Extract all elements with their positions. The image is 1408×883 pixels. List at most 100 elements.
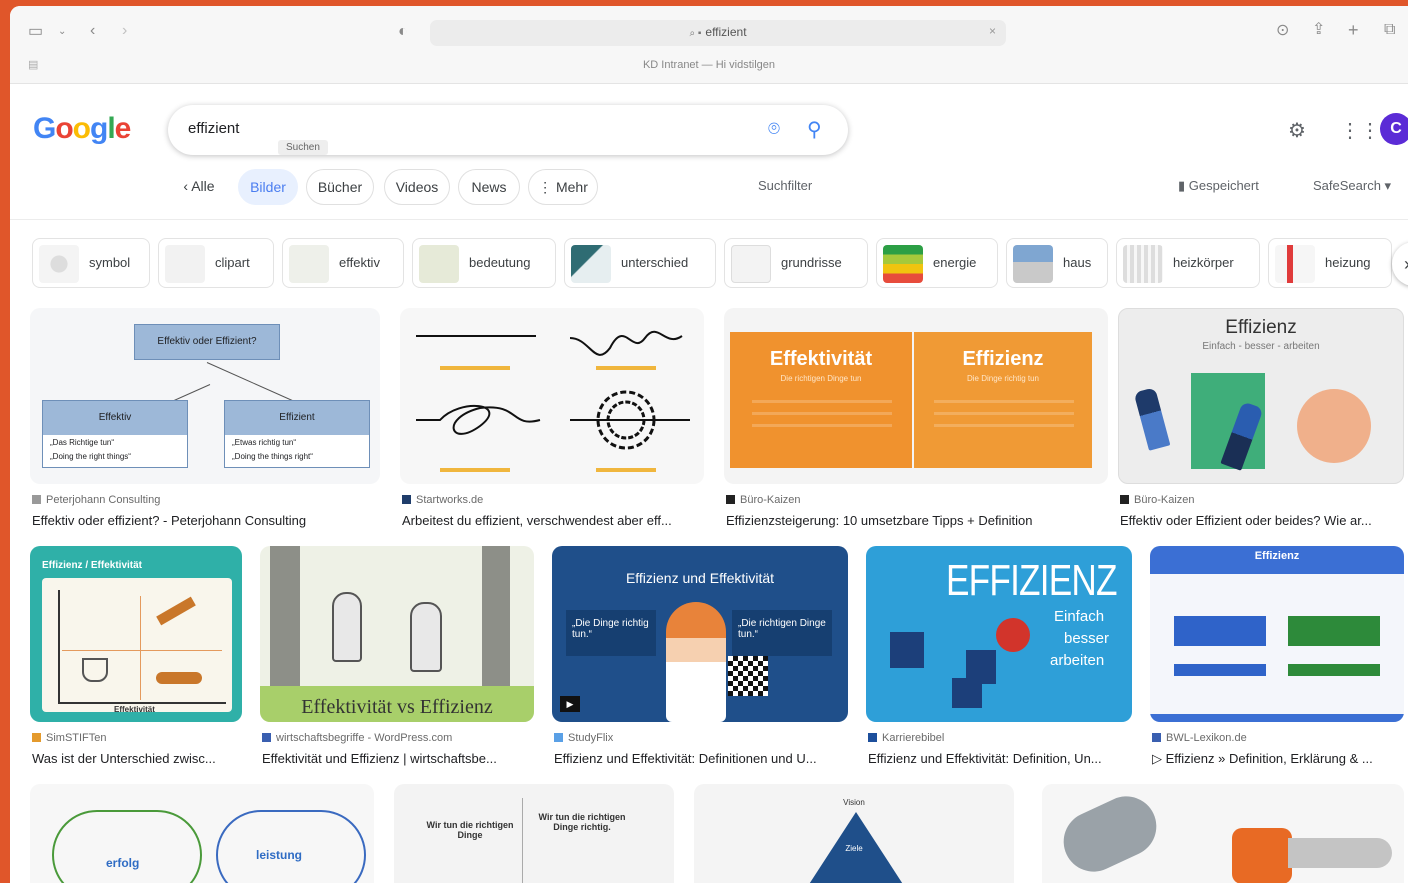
avatar[interactable]: C [1380, 113, 1408, 145]
divider [10, 219, 1408, 220]
image-sub-2: besser [1064, 630, 1110, 647]
result-title[interactable]: Effizienz und Effektivität: Definition, … [868, 751, 1130, 766]
result-image[interactable]: Effektivität Effizienz Die richtigen Din… [724, 308, 1108, 484]
chip-symbol[interactable]: symbol [32, 238, 150, 288]
search-box[interactable] [168, 105, 848, 155]
chip-label: heizkörper [1173, 255, 1234, 270]
result-card[interactable]: Effektiv oder Effizient? Effektiv „Das R… [30, 308, 380, 534]
result-source-text: Startworks.de [416, 494, 484, 506]
chip-heizung[interactable]: heizung [1268, 238, 1392, 288]
pyramid-top-label: Vision [843, 798, 865, 807]
result-source-text: Büro-Kaizen [1134, 494, 1195, 506]
privacy-shield-icon[interactable]: ◐ [398, 22, 408, 42]
chip-label: bedeutung [469, 255, 531, 270]
result-image[interactable]: Effizienz [1150, 546, 1404, 722]
result-image[interactable]: Vision Ziele [694, 784, 1014, 883]
cloud-shape [216, 810, 366, 883]
chip-clipart[interactable]: clipart [158, 238, 274, 288]
chip-haus[interactable]: haus [1006, 238, 1108, 288]
play-icon[interactable]: ▶ [560, 696, 580, 712]
lens-icon[interactable]: ⌾ [768, 118, 780, 141]
result-source: Startworks.de [402, 494, 483, 506]
gear-icon[interactable]: ⚙ [1288, 118, 1306, 143]
back-icon[interactable]: ‹ [90, 21, 95, 41]
saved-button[interactable]: ▮ Gespeichert [1178, 178, 1259, 194]
result-title[interactable]: Effizienzsteigerung: 10 umsetzbare Tipps… [726, 513, 1106, 528]
chevron-right-icon[interactable]: › [1392, 242, 1408, 286]
download-icon[interactable]: ⊙ [1276, 21, 1289, 41]
panel-right-title: Effizienz [962, 348, 1044, 370]
chip-heizkoerper[interactable]: heizkörper [1116, 238, 1260, 288]
search-tooltip: Suchen [278, 140, 328, 155]
result-image[interactable]: Effektiv oder Effizient? Effektiv „Das R… [30, 308, 380, 484]
result-card[interactable]: Effizienz und Effektivität „Die Dinge ri… [552, 546, 848, 772]
close-icon[interactable]: × [989, 24, 996, 38]
safesearch-button[interactable]: SafeSearch ▾ [1313, 178, 1391, 194]
result-title[interactable]: Arbeitest du effizient, verschwendest ab… [402, 513, 702, 528]
tab-title[interactable]: KD Intranet — Hi vidstilgen [10, 59, 1408, 71]
tab-more[interactable]: ⋮ Mehr [528, 169, 598, 205]
image-heading: Effizienz [1254, 550, 1300, 562]
result-card[interactable]: Effizienz / Effektivität Effektivität Si… [30, 546, 242, 772]
result-image[interactable]: EFFIZIENZ Einfach besser arbeiten [866, 546, 1132, 722]
result-card[interactable] [1042, 784, 1404, 883]
chip-grundrisse[interactable]: grundrisse [724, 238, 868, 288]
tree-trunk-right [482, 546, 510, 696]
result-image[interactable]: Effizienz und Effektivität „Die Dinge ri… [552, 546, 848, 722]
result-image[interactable]: Effizienz / Effektivität Effektivität [30, 546, 242, 722]
result-title[interactable]: Effektiv oder effizient? - Peterjohann C… [32, 513, 372, 528]
safesearch-label: SafeSearch [1313, 178, 1381, 193]
result-card[interactable]: Wir tun die richtigen Dinge Wir tun die … [394, 784, 674, 883]
chip-unterschied[interactable]: unterschied [564, 238, 716, 288]
chip-energie[interactable]: energie [876, 238, 998, 288]
search-icon[interactable]: ⚲ [807, 117, 822, 142]
result-image[interactable]: Effizienz Einfach - besser - arbeiten [1118, 308, 1404, 484]
new-tab-icon[interactable]: + [1348, 20, 1359, 40]
result-image[interactable]: erfolg leistung [30, 784, 374, 883]
result-image[interactable] [400, 308, 704, 484]
forward-icon[interactable]: › [122, 21, 127, 41]
result-card[interactable]: Vision Ziele [694, 784, 1014, 883]
result-title[interactable]: Effizienz und Effektivität: Definitionen… [554, 751, 846, 766]
browser-toolbar: ▭ ⌄ ‹ › ◐ ⌕ ▪ effizient × ⊙ ⇪ + ⧉ ▤ KD In… [10, 6, 1408, 84]
chip-thumbnail [39, 245, 79, 283]
address-text: ⌕ ▪ effizient [430, 25, 1006, 39]
address-bar[interactable]: ⌕ ▪ effizient × [430, 20, 1006, 46]
tab-images[interactable]: Bilder [238, 169, 298, 205]
chip-effektiv[interactable]: effektiv [282, 238, 404, 288]
tabs-overview-icon[interactable]: ⧉ [1384, 20, 1395, 40]
result-title[interactable]: Was ist der Unterschied zwisc... [32, 751, 240, 766]
result-source-text: Peterjohann Consulting [46, 494, 161, 506]
sidebar-icon[interactable]: ▭ [28, 22, 43, 42]
chip-label: energie [933, 255, 977, 270]
result-image[interactable] [1042, 784, 1404, 883]
result-card[interactable]: Startworks.de Arbeitest du effizient, ve… [400, 308, 704, 534]
tab-all[interactable]: ‹ Alle [174, 169, 224, 205]
search-input[interactable] [188, 120, 708, 137]
search-filter-button[interactable]: Suchfilter [758, 178, 812, 193]
panel-left-title: Effektivität [769, 348, 873, 370]
share-icon[interactable]: ⇪ [1312, 20, 1325, 40]
result-card[interactable]: Effizienz BWL-Lexikon.de ▷ Effizienz » D… [1150, 546, 1404, 772]
chevron-down-icon[interactable]: ⌄ [58, 22, 66, 42]
chip-bedeutung[interactable]: bedeutung [412, 238, 556, 288]
result-title[interactable]: Effektiv oder Effizient oder beides? Wie… [1120, 513, 1400, 528]
result-source-text: StudyFlix [568, 732, 614, 744]
result-source-text: wirtschaftsbegriffe - WordPress.com [276, 732, 453, 744]
google-logo[interactable]: Google [33, 112, 131, 146]
result-card[interactable]: EFFIZIENZ Einfach besser arbeiten Karrie… [866, 546, 1132, 772]
tab-books[interactable]: Bücher [306, 169, 374, 205]
tab-videos[interactable]: Videos [384, 169, 450, 205]
red-ball [996, 618, 1030, 652]
result-card[interactable]: Effektivität Effizienz Die richtigen Din… [724, 308, 1108, 534]
result-title[interactable]: Effektivität und Effizienz | wirtschafts… [262, 751, 532, 766]
person-right [410, 602, 442, 672]
result-card[interactable]: erfolg leistung [30, 784, 374, 883]
result-image[interactable]: Wir tun die richtigen Dinge Wir tun die … [394, 784, 674, 883]
result-card[interactable]: Effektivität vs Effizienz wirtschaftsbeg… [260, 546, 534, 772]
result-image[interactable]: Effektivität vs Effizienz [260, 546, 534, 722]
word-cloud-word: leistung [256, 848, 303, 862]
result-title[interactable]: ▷ Effizienz » Definition, Erklärung & ..… [1152, 751, 1402, 767]
result-card[interactable]: Effizienz Einfach - besser - arbeiten Bü… [1118, 308, 1404, 534]
tab-news[interactable]: News [458, 169, 520, 205]
